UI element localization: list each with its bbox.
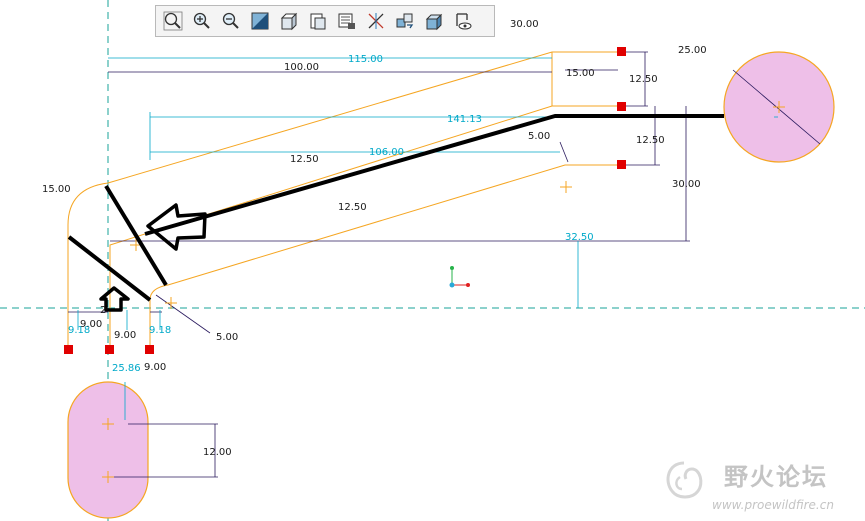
display-style-button[interactable]: [421, 8, 447, 34]
zoom-out-button[interactable]: [218, 8, 244, 34]
dim-12: 12.00: [203, 447, 232, 458]
dim-141: 141.13: [447, 114, 482, 125]
display-style-icon: [425, 13, 443, 31]
dim-30-top: 30.00: [510, 19, 539, 30]
sketch-geometry[interactable]: [67, 51, 622, 350]
datum-display-icon: [368, 13, 384, 29]
dim-15-left: 15.00: [42, 184, 71, 195]
sketch-canvas[interactable]: 115.00 100.00 30.00 15.00 12.50 25.00 14…: [0, 0, 865, 521]
orient-icon: [396, 13, 414, 29]
spin-center-icon: [280, 12, 298, 31]
dim-30-right: 30.00: [672, 179, 701, 190]
annotation-markup: [67, 114, 724, 312]
watermark-url: www.proewildfire.cn: [712, 498, 834, 512]
saved-views-icon: [310, 13, 326, 30]
dim-115: 115.00: [348, 54, 383, 65]
dim-5-b: 5.00: [216, 332, 238, 343]
zoom-in-icon: [193, 12, 210, 29]
spin-center-button[interactable]: [276, 8, 302, 34]
datum-display-button[interactable]: [363, 8, 389, 34]
dim-106: 106.00: [369, 147, 404, 158]
dim-100: 100.00: [284, 62, 319, 73]
dim-9-00-a: 9.00: [80, 319, 102, 330]
dim-25: 25.00: [678, 45, 707, 56]
dim-15: 15.00: [566, 68, 595, 79]
zoom-out-icon: [222, 12, 239, 29]
dim-9-00-c: 9.00: [144, 362, 166, 373]
dim-2: 2: [100, 305, 106, 316]
dim-25-86: 25.86: [112, 363, 141, 374]
dim-12-50-a: 12.50: [629, 74, 658, 85]
orient-button[interactable]: [392, 8, 418, 34]
repaint-icon: [251, 12, 269, 30]
watermark-title: 野火论坛: [724, 463, 828, 491]
center-marks: [102, 101, 785, 483]
zoom-fit-button[interactable]: [160, 8, 186, 34]
sketch-origin-icon: [449, 266, 470, 288]
dim-32-50: 32.50: [565, 232, 594, 243]
repaint-button[interactable]: [247, 8, 273, 34]
dim-5-a: 5.00: [528, 131, 550, 142]
dimension-labels: 115.00 100.00 30.00 15.00 12.50 25.00 14…: [42, 19, 707, 458]
zoom-fit-icon: [163, 11, 183, 31]
dim-9-18-b: 9.18: [149, 325, 171, 336]
layers-button[interactable]: [334, 8, 360, 34]
sketch-view-button[interactable]: [450, 8, 476, 34]
zoom-in-button[interactable]: [189, 8, 215, 34]
dim-12-50-c: 12.50: [290, 154, 319, 165]
saved-views-button[interactable]: [305, 8, 331, 34]
view-toolbar: [155, 5, 495, 37]
slot-shape[interactable]: [67, 381, 149, 519]
watermark-logo-icon: [666, 461, 703, 499]
dim-12-50-d: 12.50: [338, 202, 367, 213]
sketch-view-icon: [456, 13, 472, 30]
dim-9-00-b: 9.00: [114, 330, 136, 341]
dim-12-50-b: 12.50: [636, 135, 665, 146]
layers-icon: [338, 13, 355, 29]
